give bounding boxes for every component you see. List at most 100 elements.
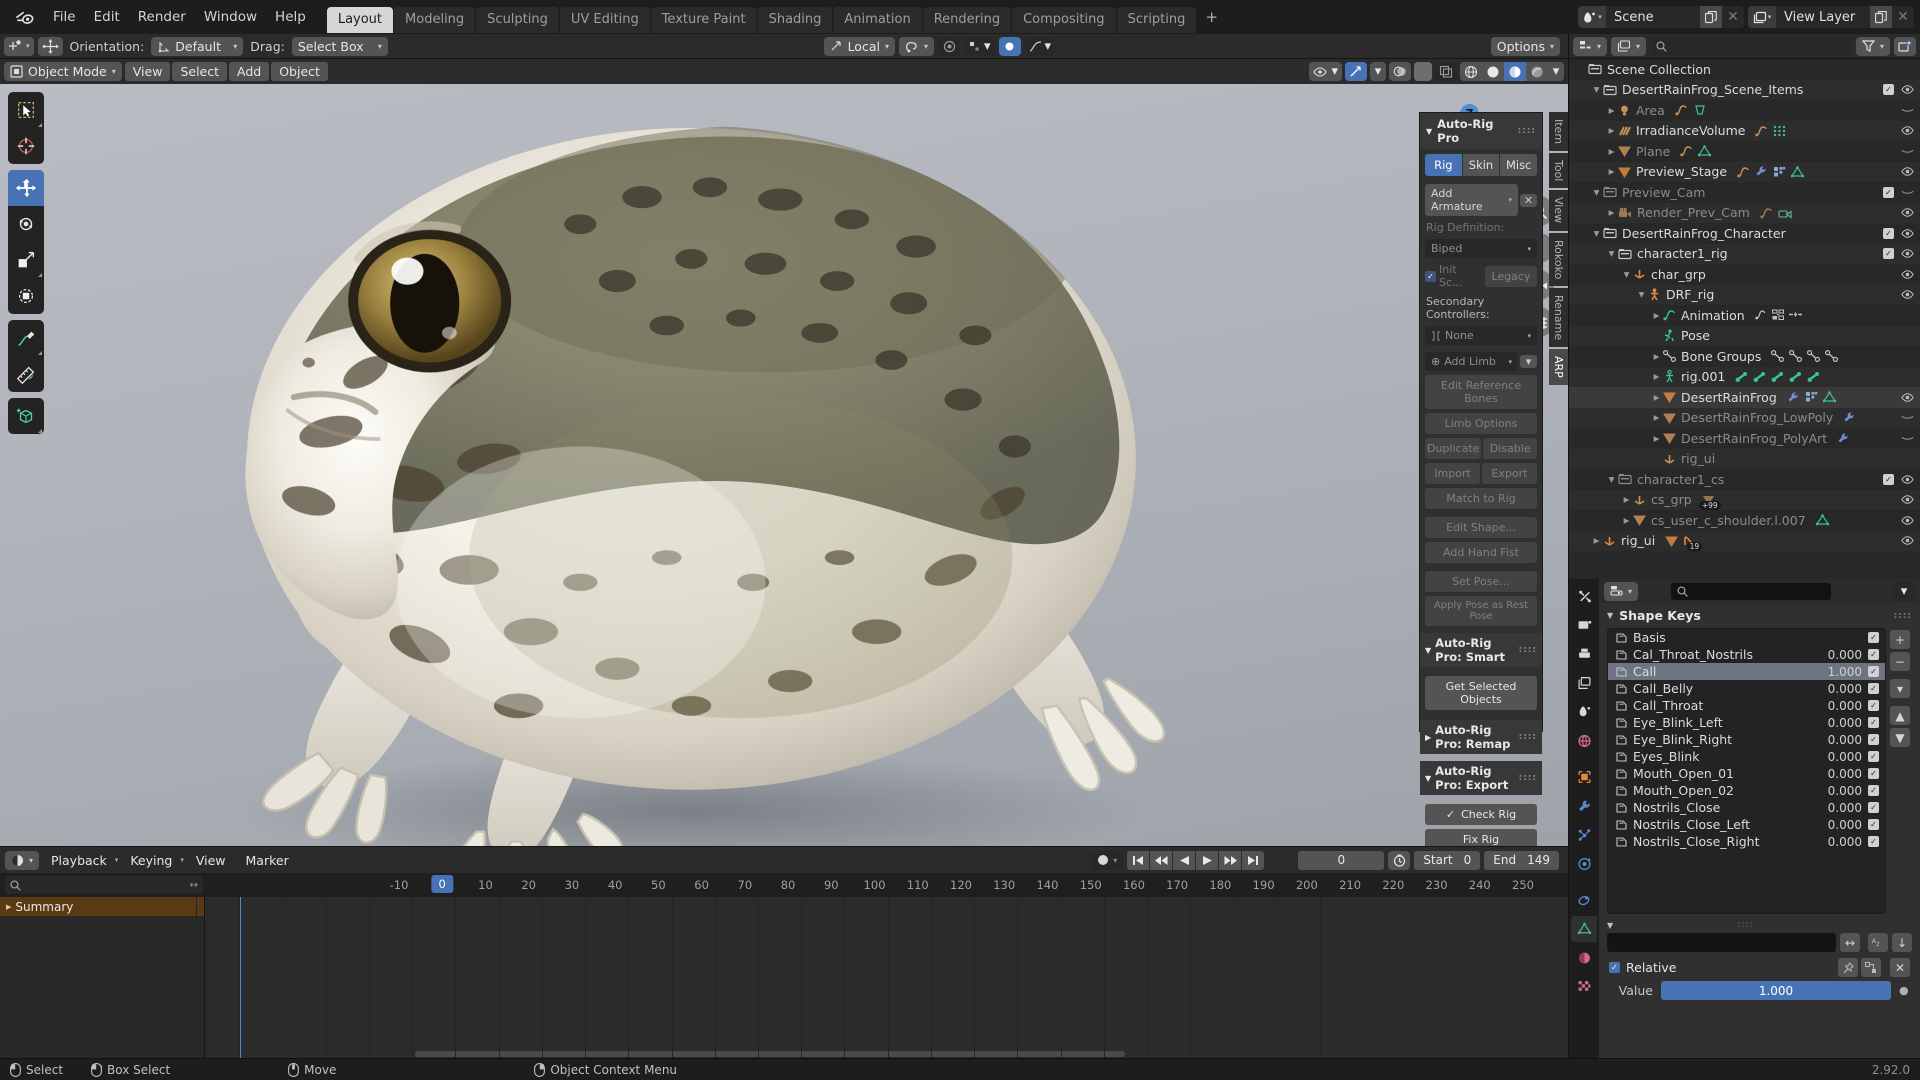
shape-key-value[interactable]: 1.000 xyxy=(1828,665,1862,679)
material-preview-shading-icon[interactable] xyxy=(1504,62,1526,81)
start-frame-field[interactable]: Start 0 xyxy=(1414,850,1481,870)
outliner-row[interactable]: ▶ rig_ui 19 xyxy=(1569,530,1920,551)
menu-help[interactable]: Help xyxy=(266,6,315,28)
proportional-edit-icon[interactable] xyxy=(938,36,960,56)
outliner-visibility-icon[interactable] xyxy=(1901,269,1914,280)
outliner-visibility-icon[interactable] xyxy=(1901,248,1914,259)
grid-icon[interactable] xyxy=(1773,125,1786,137)
viewport-menu-object[interactable]: Object xyxy=(271,62,328,81)
mesh-data-icon[interactable] xyxy=(1815,514,1829,526)
outliner-row[interactable]: ▼ DRF_rig xyxy=(1569,284,1920,305)
shading-options-chevron-icon[interactable]: ▾ xyxy=(1548,62,1564,81)
play-reverse-icon[interactable] xyxy=(1173,850,1196,870)
shape-key-value[interactable]: 0.000 xyxy=(1828,767,1862,781)
arp-export-section-header[interactable]: ▼ Auto-Rig Pro: Export :::: xyxy=(1420,761,1542,795)
outliner-expand-toggle[interactable]: ▼ xyxy=(1590,188,1603,197)
shape-key-value[interactable]: 0.000 xyxy=(1828,801,1862,815)
outliner-expand-toggle[interactable]: ▶ xyxy=(1590,536,1603,545)
arp-remap-section-header[interactable]: ▶ Auto-Rig Pro: Remap :::: xyxy=(1420,720,1542,754)
drag-dropdown[interactable]: Select Box ▾ xyxy=(291,36,388,56)
timeline-menu-keying[interactable]: Keying xyxy=(122,851,180,870)
keyframe-grid[interactable] xyxy=(196,897,1568,1058)
export-button[interactable]: Export xyxy=(1482,463,1537,484)
properties-tab-particles[interactable] xyxy=(1571,822,1597,848)
workspace-tab-shading[interactable]: Shading xyxy=(757,7,833,33)
auto-keying-toggle[interactable]: ▾ xyxy=(1090,850,1124,870)
outliner-row[interactable]: ▼ DesertRainFrog_Scene_Items ✓ xyxy=(1569,79,1920,100)
match-to-rig-button[interactable]: Match to Rig xyxy=(1425,488,1537,509)
cursor-tool[interactable] xyxy=(8,128,44,164)
shape-key-value[interactable]: 0.000 xyxy=(1828,835,1862,849)
falloff-curve-icon[interactable]: ▾ xyxy=(1024,36,1056,56)
properties-tab-scene[interactable] xyxy=(1571,699,1597,725)
bone-icon[interactable] xyxy=(1789,371,1802,383)
mesh-icon[interactable] xyxy=(1665,535,1679,547)
properties-options-chevron-icon[interactable]: ▾ xyxy=(1893,581,1915,601)
properties-tab-data[interactable] xyxy=(1571,916,1597,942)
remove-shapekey-button[interactable]: − xyxy=(1890,652,1910,671)
properties-editor-type-dropdown[interactable]: ▾ xyxy=(1604,581,1639,601)
outliner-expand-toggle[interactable]: ▶ xyxy=(1605,106,1618,115)
timeline-menu-marker[interactable]: Marker xyxy=(238,851,297,870)
outliner-row[interactable]: ▶ cs_grp +99 xyxy=(1569,489,1920,510)
channel-row-summary[interactable]: ▶ Summary xyxy=(0,897,204,916)
timeline-menu-view[interactable]: View xyxy=(188,851,234,870)
properties-tab-material[interactable] xyxy=(1571,945,1597,971)
outliner-exclude-checkbox[interactable]: ✓ xyxy=(1883,227,1894,239)
add-shapekey-button[interactable]: + xyxy=(1890,630,1910,649)
shape-key-row[interactable]: Eye_Blink_Right 0.000 ✓ xyxy=(1608,731,1885,748)
drivers-icon[interactable] xyxy=(1771,309,1784,321)
orientation-dropdown[interactable]: Default ▾ xyxy=(151,36,244,56)
arp-tab-misc[interactable]: Misc xyxy=(1500,154,1538,176)
modifier-icon[interactable] xyxy=(1843,411,1856,424)
outliner-exclude-checkbox[interactable]: ✓ xyxy=(1883,84,1894,96)
shape-key-enabled-checkbox[interactable]: ✓ xyxy=(1868,768,1879,779)
mesh-data-icon[interactable] xyxy=(1822,391,1836,403)
transform-tool[interactable] xyxy=(8,278,44,314)
material-icon[interactable] xyxy=(1773,166,1786,178)
prev-keyframe-icon[interactable] xyxy=(1150,850,1173,870)
viewport-menu-select[interactable]: Select xyxy=(172,62,227,81)
outliner-row[interactable]: ▼ Preview_Cam ✓ xyxy=(1569,182,1920,203)
mesh-data-icon[interactable] xyxy=(1698,145,1712,157)
outliner-row[interactable]: ▼ DesertRainFrog_Character ✓ xyxy=(1569,223,1920,244)
init-scale-checkbox[interactable]: ✓ xyxy=(1425,270,1436,282)
rendered-shading-icon[interactable] xyxy=(1526,62,1548,81)
workspace-tab-modeling[interactable]: Modeling xyxy=(394,7,476,33)
outliner-expand-toggle[interactable]: ▼ xyxy=(1590,85,1603,94)
outliner-row[interactable]: ▶ IrradianceVolume xyxy=(1569,120,1920,141)
outliner-visibility-icon[interactable] xyxy=(1901,84,1914,95)
shape-key-row[interactable]: Eye_Blink_Left 0.000 ✓ xyxy=(1608,714,1885,731)
outliner-row[interactable]: Scene Collection xyxy=(1569,59,1920,80)
legacy-button[interactable]: Legacy xyxy=(1485,265,1537,287)
outliner-row[interactable]: ▶ Render_Prev_Cam xyxy=(1569,202,1920,223)
outliner-row[interactable]: Pose xyxy=(1569,325,1920,346)
shape-key-enabled-checkbox[interactable]: ✓ xyxy=(1868,785,1879,796)
bone-group-icon[interactable] xyxy=(1807,350,1821,363)
blender-logo-icon[interactable] xyxy=(10,6,40,28)
outliner-visibility-icon[interactable] xyxy=(1901,207,1914,218)
properties-tab-object[interactable] xyxy=(1571,764,1597,790)
workspace-tab-texture-paint[interactable]: Texture Paint xyxy=(650,7,757,33)
outliner-visibility-icon[interactable] xyxy=(1901,289,1914,300)
shape-key-row[interactable]: Basis ✓ xyxy=(1608,629,1885,646)
shape-keys-panel-header[interactable]: ▼ Shape Keys :::: xyxy=(1599,603,1920,628)
workspace-tab-sculpting[interactable]: Sculpting xyxy=(476,7,559,33)
overlays-toggle-icon[interactable] xyxy=(1389,62,1411,81)
light-data-icon[interactable] xyxy=(1693,104,1706,116)
outliner[interactable]: Scene Collection ▼ DesertRainFrog_Scene_It… xyxy=(1569,59,1920,579)
specials-menu-button[interactable]: ▾ xyxy=(1890,679,1910,698)
outliner-row[interactable]: ▶ Area xyxy=(1569,100,1920,121)
bone-group-icon[interactable] xyxy=(1771,350,1785,363)
properties-tab-modifier[interactable] xyxy=(1571,793,1597,819)
gizmo-options-chevron-icon[interactable]: ▾ xyxy=(1370,62,1386,81)
active-tool-icon[interactable]: ▾ xyxy=(4,36,34,56)
move-tool[interactable] xyxy=(8,170,44,206)
outliner-row[interactable]: ▶ rig.001 xyxy=(1569,366,1920,387)
shape-key-enabled-checkbox[interactable]: ✓ xyxy=(1868,666,1879,677)
remove-armature-button[interactable]: ✕ xyxy=(1520,193,1537,207)
limb-options-button[interactable]: Limb Options xyxy=(1425,413,1537,434)
properties-tab-output[interactable] xyxy=(1571,641,1597,667)
shape-key-enabled-checkbox[interactable]: ✓ xyxy=(1868,649,1879,660)
shape-key-value[interactable]: 0.000 xyxy=(1828,818,1862,832)
